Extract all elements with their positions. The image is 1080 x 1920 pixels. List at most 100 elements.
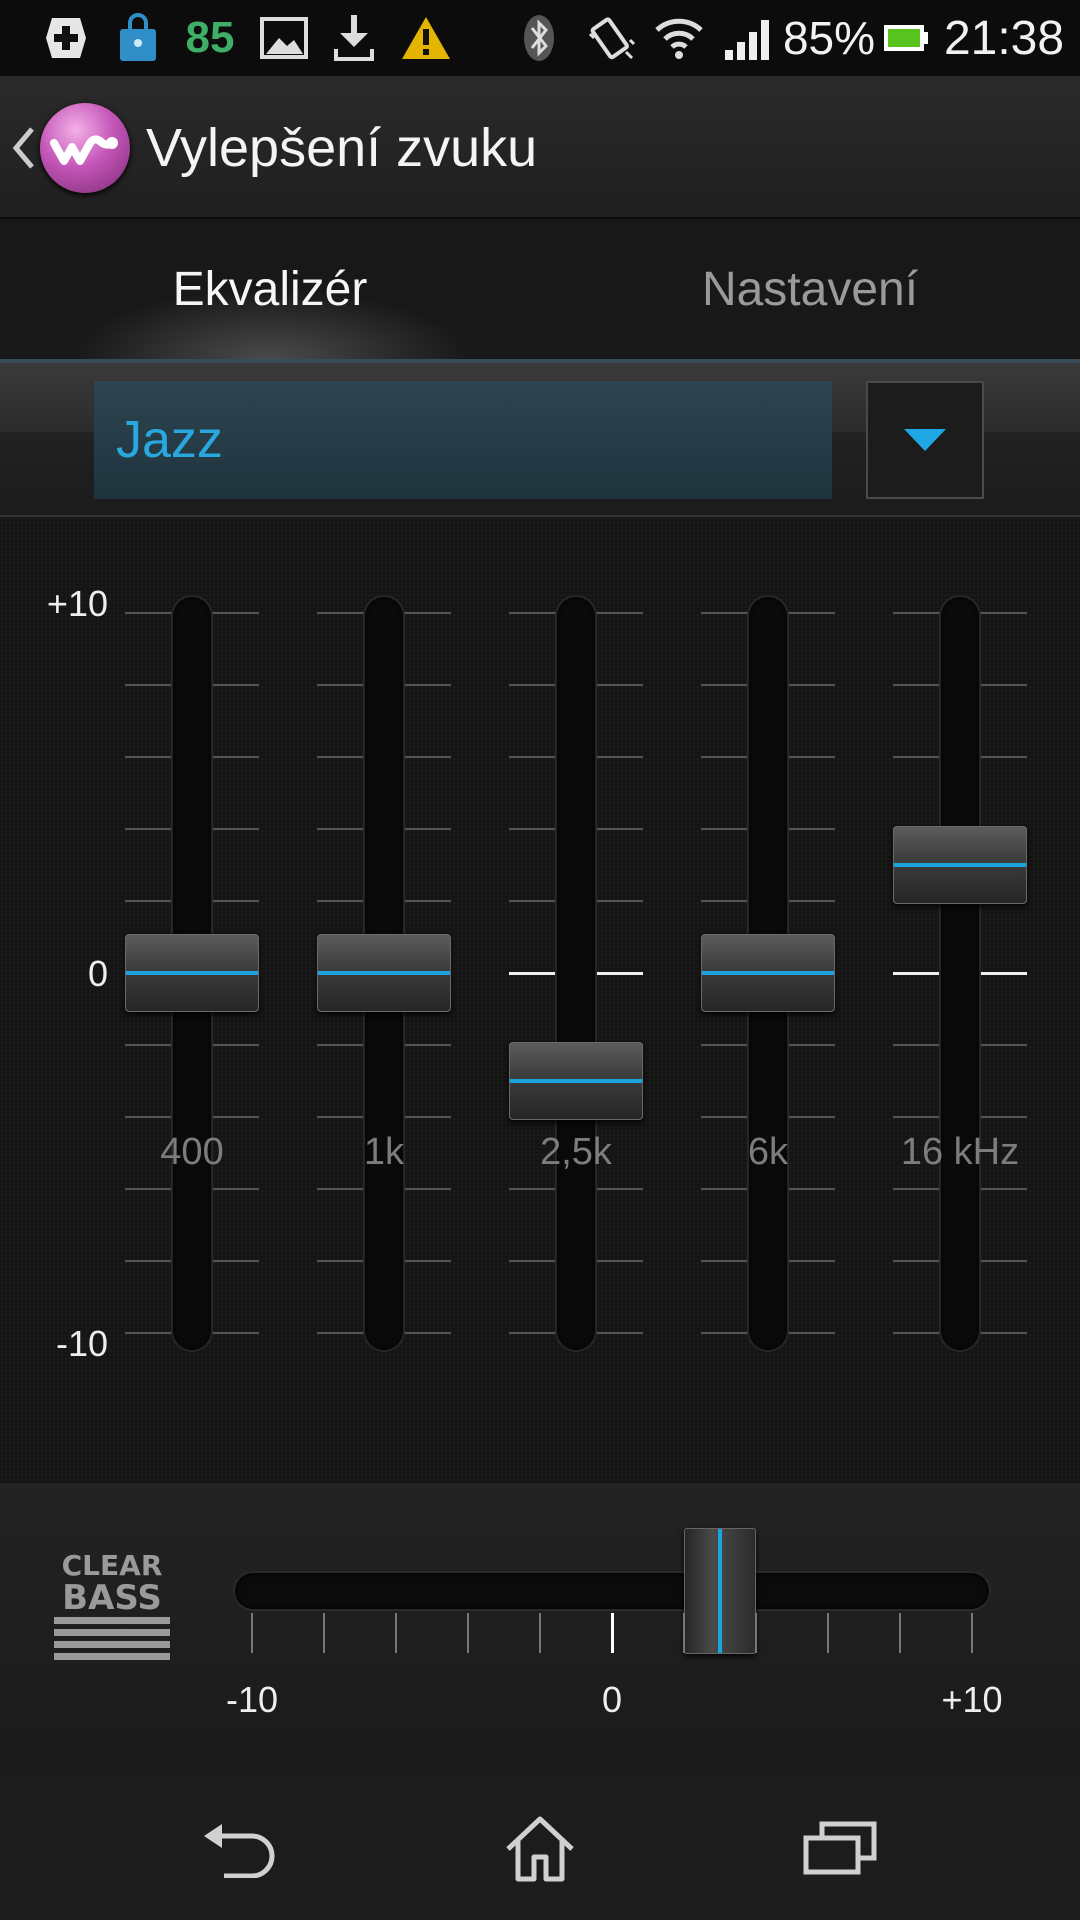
clock: 21:38 xyxy=(943,11,1065,65)
eq-tick xyxy=(211,1044,259,1046)
eq-tick xyxy=(893,1332,941,1334)
bluetooth-icon xyxy=(514,0,564,76)
preset-select[interactable]: Jazz xyxy=(94,381,832,499)
eq-tick xyxy=(701,1116,749,1118)
eq-frequency-label: 6k xyxy=(747,1131,789,1173)
eq-tick xyxy=(211,612,259,614)
eq-tick xyxy=(509,756,557,758)
eq-tick xyxy=(893,1044,941,1046)
eq-slider-track[interactable] xyxy=(557,597,595,1350)
eq-tick xyxy=(211,828,259,830)
eq-tick xyxy=(403,1044,451,1046)
eq-tick xyxy=(403,1260,451,1262)
eq-tick xyxy=(787,1116,835,1118)
eq-frequency-label: 400 xyxy=(160,1131,224,1173)
back-icon[interactable] xyxy=(185,1805,295,1890)
eq-tick xyxy=(125,900,173,902)
eq-slider-thumb[interactable] xyxy=(701,934,835,1012)
up-chevron-icon[interactable] xyxy=(8,123,38,173)
preset-dropdown-button[interactable] xyxy=(866,381,984,499)
eq-tick xyxy=(211,1188,259,1190)
eq-tick xyxy=(787,612,835,614)
eq-tick xyxy=(509,1332,557,1334)
eq-zero-mark xyxy=(893,972,941,975)
eq-band: 16 kHz xyxy=(893,517,1027,1482)
eq-tick xyxy=(125,684,173,686)
eq-tick xyxy=(979,1260,1027,1262)
equalizer-panel: +10 0 -10 400 1k 2,5k 6k 16 kHz xyxy=(0,517,1080,1482)
eq-tick xyxy=(787,1260,835,1262)
status-bar: 85 85% 21:38 xyxy=(0,0,1080,79)
eq-tick xyxy=(317,612,365,614)
eq-tick xyxy=(979,1116,1027,1118)
clear-bass-tick xyxy=(323,1613,325,1653)
eq-tick xyxy=(211,756,259,758)
eq-tick xyxy=(509,828,557,830)
eq-slider-thumb[interactable] xyxy=(125,934,259,1012)
clear-bass-label-min: -10 xyxy=(225,1679,279,1720)
walkman-icon[interactable] xyxy=(40,103,130,193)
eq-band: 2,5k xyxy=(509,517,643,1482)
eq-tick xyxy=(317,756,365,758)
eq-tick xyxy=(403,900,451,902)
eq-slider-thumb[interactable] xyxy=(317,934,451,1012)
signal-icon xyxy=(722,0,774,76)
eq-tick xyxy=(125,1260,173,1262)
eq-tick xyxy=(211,1260,259,1262)
download-icon xyxy=(326,0,382,76)
eq-tick xyxy=(317,900,365,902)
eq-slider-thumb[interactable] xyxy=(509,1042,643,1120)
clear-bass-tick xyxy=(683,1613,685,1653)
clear-bass-tick xyxy=(899,1613,901,1653)
eq-tick xyxy=(317,1044,365,1046)
clear-bass-tick xyxy=(539,1613,541,1653)
eq-tick xyxy=(595,756,643,758)
eq-tick xyxy=(595,828,643,830)
eq-tick xyxy=(125,1044,173,1046)
clear-bass-label-max: +10 xyxy=(941,1679,1003,1720)
page-title: Vylepšení zvuku xyxy=(146,118,538,178)
navigation-bar xyxy=(0,1775,1080,1920)
eq-tick xyxy=(595,684,643,686)
recent-apps-icon[interactable] xyxy=(785,1805,895,1890)
eq-tick xyxy=(211,684,259,686)
eq-tick xyxy=(509,684,557,686)
eq-tick xyxy=(893,684,941,686)
tab-bar: Ekvalizér Nastavení xyxy=(0,219,1080,363)
scale-label-zero: 0 xyxy=(87,953,108,994)
clear-bass-thumb[interactable] xyxy=(684,1528,756,1654)
eq-tick xyxy=(125,1188,173,1190)
clear-bass-thumb-indicator xyxy=(718,1529,722,1653)
eq-tick xyxy=(317,828,365,830)
eq-tick xyxy=(893,1188,941,1190)
eq-tick xyxy=(403,828,451,830)
eq-tick xyxy=(979,684,1027,686)
clear-bass-track[interactable] xyxy=(235,1573,989,1609)
tab-settings[interactable]: Nastavení xyxy=(540,219,1080,359)
eq-slider-track[interactable] xyxy=(941,597,979,1350)
eq-frequency-label: 16 kHz xyxy=(900,1131,1020,1173)
eq-tick xyxy=(211,1116,259,1118)
eq-tick xyxy=(403,684,451,686)
home-icon[interactable] xyxy=(485,1805,595,1890)
tab-equalizer[interactable]: Ekvalizér xyxy=(0,219,540,359)
eq-tick xyxy=(893,756,941,758)
eq-tick xyxy=(979,612,1027,614)
clear-bass-tick xyxy=(467,1613,469,1653)
eq-tick xyxy=(403,756,451,758)
eq-tick xyxy=(125,1116,173,1118)
eq-tick xyxy=(403,612,451,614)
notification-count: 85 xyxy=(185,13,235,62)
eq-tick xyxy=(787,1332,835,1334)
eq-tick xyxy=(701,1188,749,1190)
eq-tick xyxy=(125,756,173,758)
clear-bass-label-zero: 0 xyxy=(601,1679,623,1720)
eq-tick xyxy=(701,684,749,686)
eq-tick xyxy=(979,1188,1027,1190)
eq-slider-thumb[interactable] xyxy=(893,826,1027,904)
gallery-icon xyxy=(256,0,312,76)
eq-tick xyxy=(595,1188,643,1190)
scale-label-min: -10 xyxy=(55,1323,108,1364)
eq-thumb-indicator xyxy=(894,863,1026,867)
eq-thumb-indicator xyxy=(702,971,834,975)
